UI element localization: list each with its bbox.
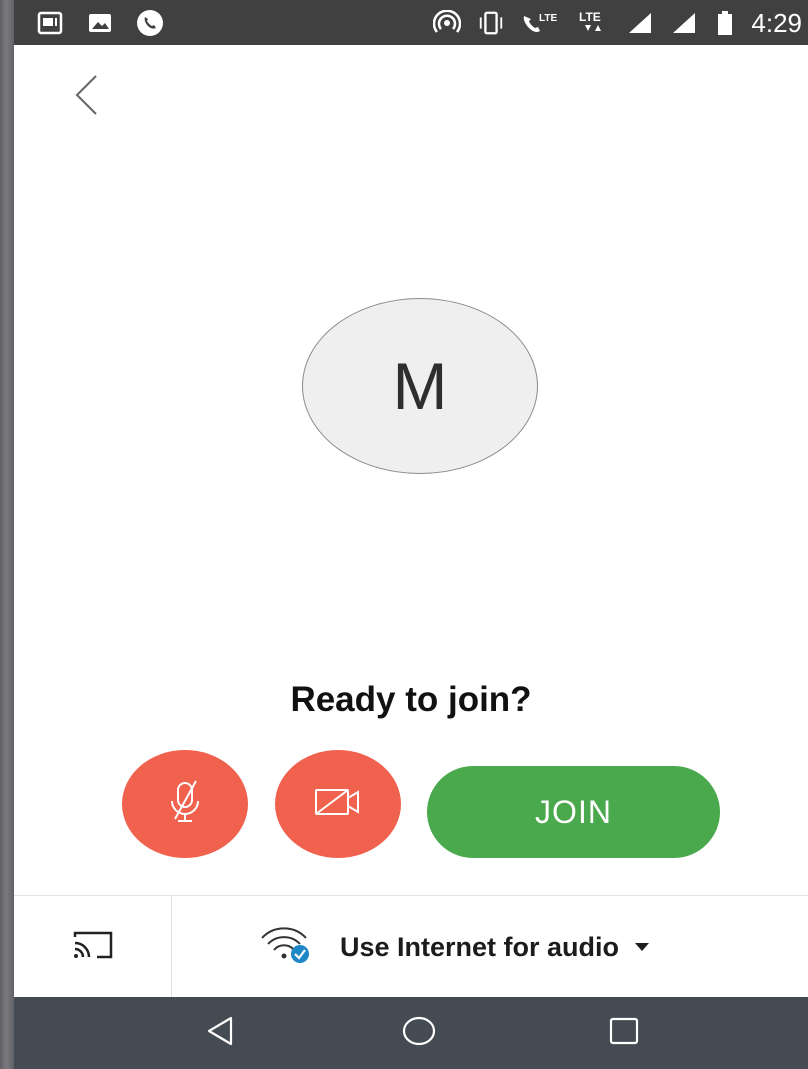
wifi-check-icon [260,926,312,969]
join-meeting-screen: LTE LTE 4:29 M Ready to join? JOIN Use I… [14,0,808,1069]
nav-recents-button[interactable] [600,1011,648,1055]
nav-home-button[interactable] [395,1011,443,1055]
battery-icon [715,10,735,36]
triangle-back-icon [203,1014,237,1053]
status-bar-notifications [36,10,164,36]
back-button[interactable] [62,72,112,122]
audio-option-label: Use Internet for audio [340,931,620,962]
screenshot-icon [36,10,64,36]
signal-icon [627,10,655,36]
status-bar: LTE LTE 4:29 [14,0,808,45]
audio-options-bar: Use Internet for audio [14,895,808,998]
image-icon [86,10,114,36]
network-label-lte-data: LTE [579,10,601,24]
lte-data-icon: LTE [577,10,611,36]
camera-off-icon [313,785,363,824]
cast-icon [71,929,115,966]
status-bar-system: LTE LTE 4:29 [433,8,802,38]
phone-call-icon [136,10,164,36]
square-recents-icon [608,1016,640,1051]
caret-down-icon [633,941,651,953]
ready-to-join-title: Ready to join? [290,680,532,719]
cast-button[interactable] [14,896,172,998]
vibrate-icon [477,10,505,36]
mic-toggle-button[interactable] [122,750,248,858]
avatar-initial: M [392,349,448,423]
volte-call-icon: LTE [521,10,561,36]
status-time: 4:29 [751,7,802,38]
circle-home-icon [401,1014,437,1053]
signal-icon [671,10,699,36]
network-label-lte: LTE [539,13,557,24]
nav-back-button[interactable] [196,1011,244,1055]
mic-off-icon [167,779,203,830]
avatar: M [302,298,538,474]
chevron-left-icon [72,73,102,122]
camera-toggle-button[interactable] [275,750,401,858]
join-button[interactable]: JOIN [427,766,720,858]
system-nav-bar [14,997,808,1069]
hotspot-icon [433,10,462,36]
audio-source-selector[interactable]: Use Internet for audio [172,896,808,998]
